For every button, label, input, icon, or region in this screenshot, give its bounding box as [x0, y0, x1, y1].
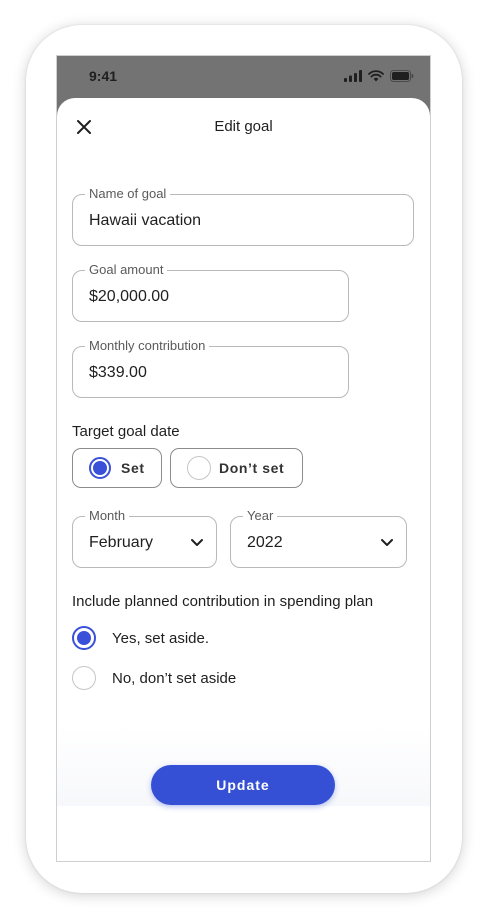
spending-plan-yes-option[interactable]: Yes, set aside. — [72, 626, 209, 650]
year-value: 2022 — [247, 534, 283, 551]
year-select[interactable]: Year 2022 — [230, 508, 407, 568]
battery-icon — [390, 70, 414, 82]
monthly-contribution-label: Monthly contribution — [85, 338, 210, 353]
wifi-icon — [368, 70, 384, 82]
radio-unselected-icon — [72, 666, 96, 690]
target-date-label: Target goal date — [72, 423, 180, 440]
radio-unselected-icon — [187, 456, 211, 480]
set-option-label: Set — [121, 460, 145, 476]
month-label: Month — [85, 508, 130, 523]
goal-amount-value: $20,000.00 — [89, 288, 170, 305]
chevron-down-icon — [191, 539, 203, 546]
update-button[interactable]: Update — [151, 765, 335, 805]
spending-plan-no-label: No, don’t set aside — [112, 669, 237, 687]
goal-name-value: Hawaii vacation — [89, 212, 202, 229]
goal-name-field[interactable]: Name of goal Hawaii vacation — [72, 186, 414, 246]
month-select[interactable]: Month February — [72, 508, 217, 568]
target-date-dont-set-option[interactable]: Don’t set — [170, 448, 303, 488]
radio-selected-icon — [72, 626, 96, 650]
goal-amount-label: Goal amount — [85, 262, 168, 277]
goal-amount-field[interactable]: Goal amount $20,000.00 — [72, 262, 349, 322]
chevron-down-icon — [381, 539, 393, 546]
year-label: Year — [243, 508, 278, 523]
signal-icon — [344, 70, 362, 82]
dont-set-option-label: Don’t set — [219, 460, 285, 476]
status-icons — [344, 70, 414, 82]
monthly-contribution-field[interactable]: Monthly contribution $339.00 — [72, 338, 349, 398]
spending-plan-yes-label: Yes, set aside. — [112, 629, 210, 647]
month-value: February — [89, 534, 154, 551]
spending-plan-no-option[interactable]: No, don’t set aside — [72, 666, 236, 690]
page-title: Edit goal — [214, 118, 273, 135]
phone-screen: 9:41 Edit goal Name of goal Hawaii vacat… — [56, 55, 431, 862]
radio-selected-icon — [89, 457, 111, 479]
target-date-set-option[interactable]: Set — [72, 448, 162, 488]
spending-plan-label: Include planned contribution in spending… — [72, 593, 374, 610]
monthly-contribution-value: $339.00 — [89, 364, 147, 381]
status-time: 9:41 — [89, 68, 118, 84]
goal-name-label: Name of goal — [85, 186, 171, 201]
